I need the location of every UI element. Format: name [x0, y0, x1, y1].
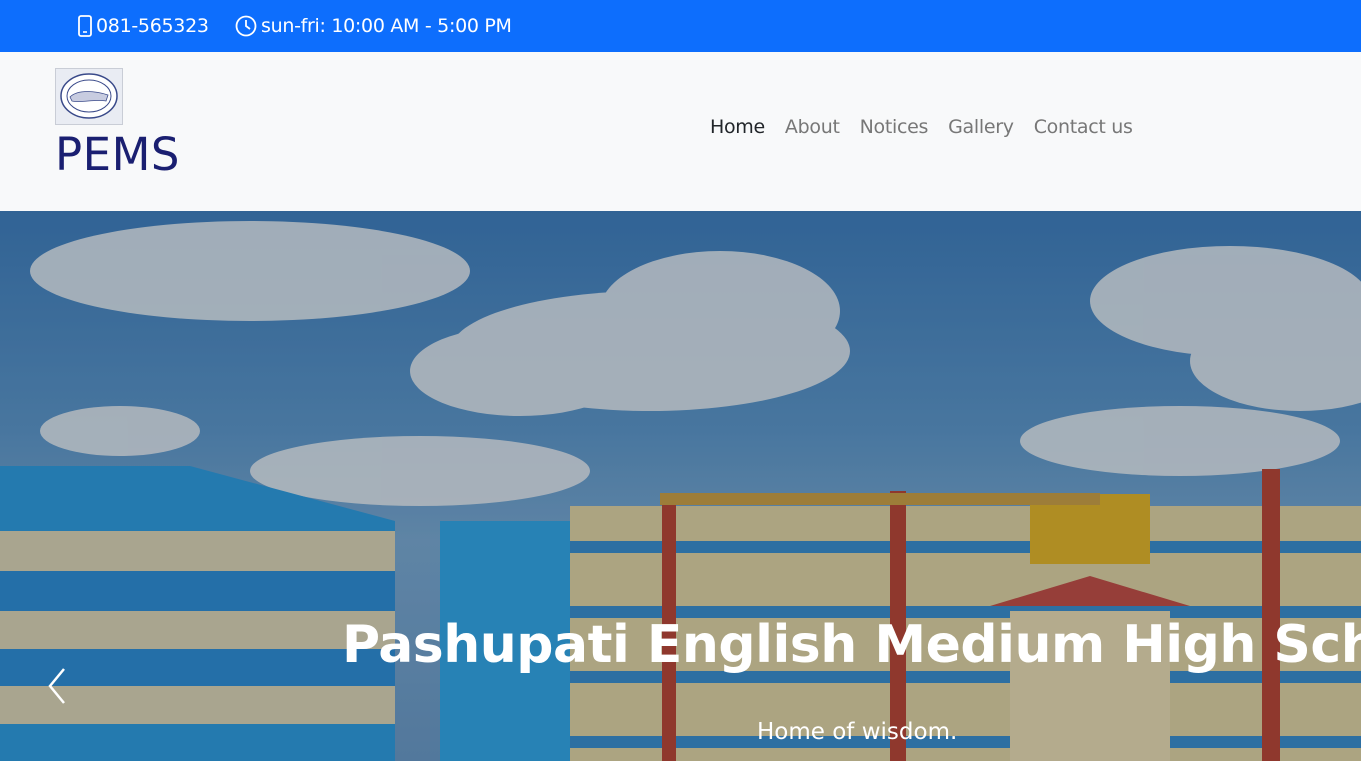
opening-hours: sun-fri: 10:00 AM - 5:00 PM — [261, 15, 512, 37]
school-logo[interactable] — [55, 68, 123, 125]
carousel-prev-button[interactable] — [40, 661, 74, 711]
nav-notices[interactable]: Notices — [850, 116, 939, 138]
phone-info: 081-565323 — [78, 0, 209, 52]
hours-info: sun-fri: 10:00 AM - 5:00 PM — [235, 0, 512, 52]
nav-gallery[interactable]: Gallery — [938, 116, 1024, 138]
nav-menu: Home About Notices Gallery Contact us — [700, 116, 1143, 138]
phone-icon — [78, 15, 92, 37]
nav-home[interactable]: Home — [700, 116, 775, 138]
phone-number: 081-565323 — [96, 15, 209, 37]
hero-title: Pashupati English Medium High School — [342, 615, 1361, 675]
top-info-bar: 081-565323 sun-fri: 10:00 AM - 5:00 PM — [0, 0, 1361, 52]
clock-icon — [235, 15, 257, 37]
brand-name[interactable]: PEMS — [55, 127, 180, 183]
hero-overlay — [0, 211, 1361, 761]
hero-carousel: Pashupati English Medium High School Hom… — [0, 211, 1361, 761]
chevron-left-icon — [48, 668, 65, 704]
hero-subtitle: Home of wisdom. — [757, 719, 958, 745]
main-navbar: PEMS Home About Notices Gallery Contact … — [0, 52, 1361, 211]
nav-about[interactable]: About — [775, 116, 850, 138]
nav-contact[interactable]: Contact us — [1024, 116, 1143, 138]
